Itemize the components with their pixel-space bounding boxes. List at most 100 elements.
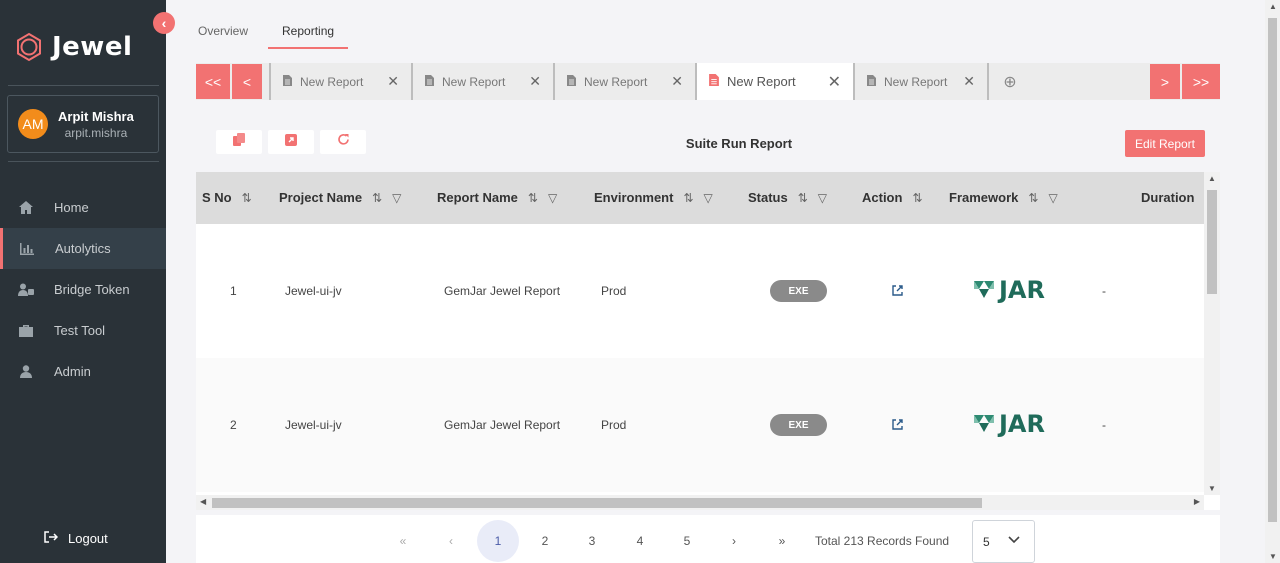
last-page-button[interactable]: » [761, 520, 803, 562]
sidebar-item-autolytics[interactable]: Autolytics [0, 228, 166, 269]
external-link-icon [892, 419, 903, 433]
chevron-left-icon: < [242, 73, 252, 90]
col-header-status[interactable]: Status ⇅ ▽ [748, 190, 827, 205]
sidebar-item-bridge-token[interactable]: Bridge Token [0, 269, 166, 310]
col-header-sno[interactable]: S No ⇅ [202, 190, 252, 205]
report-tab[interactable]: New Report ✕ [269, 63, 411, 100]
scroll-thumb[interactable] [1207, 190, 1217, 294]
page-button[interactable]: 5 [666, 520, 708, 562]
filter-icon[interactable]: ▽ [1048, 191, 1057, 205]
close-icon[interactable]: ✕ [387, 73, 399, 90]
cell-report: GemJar Jewel Report [444, 284, 561, 298]
first-page-button[interactable]: « [382, 520, 424, 562]
report-tab-bar: << < New Report ✕ New Report ✕ New Repor… [196, 63, 1220, 100]
user-card[interactable]: AM Arpit Mishra arpit.mishra [7, 95, 159, 153]
tab-reporting[interactable]: Reporting [268, 22, 349, 49]
sort-icon[interactable]: ⇅ [242, 191, 252, 205]
edit-report-button[interactable]: Edit Report [1124, 130, 1205, 157]
document-icon [709, 74, 719, 89]
scroll-right-icon[interactable]: ▶ [1194, 497, 1200, 506]
app-name: Jewel [52, 32, 133, 62]
col-header-report[interactable]: Report Name ⇅ ▽ [437, 190, 557, 205]
page-button[interactable]: 2 [524, 520, 566, 562]
close-icon[interactable]: ✕ [529, 73, 541, 90]
sidebar-item-label: Bridge Token [54, 282, 130, 297]
page-scrollbar[interactable]: ▲ ▼ [1265, 0, 1280, 563]
sort-icon[interactable]: ⇅ [1028, 191, 1038, 205]
prev-page-button[interactable]: ‹ [430, 520, 472, 562]
sort-icon[interactable]: ⇅ [528, 191, 538, 205]
close-icon[interactable]: ✕ [963, 73, 975, 90]
sidebar-collapse-button[interactable]: ‹ [153, 12, 175, 34]
user-key-icon [18, 282, 34, 298]
cell-sno: 2 [230, 418, 237, 432]
table-horizontal-scrollbar[interactable]: ◀ ▶ [196, 495, 1204, 510]
open-report-link[interactable] [892, 285, 903, 299]
scroll-down-icon[interactable]: ▼ [1269, 552, 1277, 561]
chevron-down-icon [1008, 533, 1020, 547]
jewel-logo-icon [17, 32, 41, 62]
framework-name: JAR [999, 276, 1045, 304]
filter-icon[interactable]: ▽ [392, 191, 401, 205]
double-chevron-left-icon: << [204, 73, 222, 90]
report-panel: Suite Run Report Edit Report S No ⇅ Proje… [196, 112, 1220, 563]
first-tab-button[interactable]: << [196, 64, 230, 99]
logout-button[interactable]: Logout [44, 531, 108, 546]
double-chevron-right-icon: >> [1192, 73, 1210, 90]
document-icon [425, 74, 434, 89]
last-tab-button[interactable]: >> [1182, 64, 1220, 99]
status-badge: EXE [770, 280, 827, 302]
page-button[interactable]: 4 [619, 520, 661, 562]
sidebar: Jewel AM Arpit Mishra arpit.mishra Home … [0, 0, 166, 563]
page-button[interactable]: 1 [477, 520, 519, 562]
scroll-up-icon[interactable]: ▲ [1269, 2, 1277, 11]
report-tab[interactable]: New Report ✕ [411, 63, 553, 100]
sort-icon[interactable]: ⇅ [372, 191, 382, 205]
prev-tab-button[interactable]: < [232, 64, 262, 99]
report-tab[interactable]: New Report ✕ [853, 63, 987, 100]
filter-icon[interactable]: ▽ [704, 191, 713, 205]
scroll-thumb[interactable] [212, 498, 982, 508]
next-page-button[interactable]: › [713, 520, 755, 562]
sidebar-item-admin[interactable]: Admin [0, 351, 166, 392]
next-tab-button[interactable]: > [1150, 64, 1180, 99]
sidebar-item-home[interactable]: Home [0, 187, 166, 228]
col-header-duration[interactable]: Duration [1141, 190, 1194, 205]
app-logo[interactable]: Jewel [14, 32, 132, 62]
toolbox-icon [18, 323, 34, 339]
report-tab-label: New Report [442, 74, 506, 89]
col-header-framework[interactable]: Framework ⇅ ▽ [949, 190, 1058, 205]
report-tab-active[interactable]: New Report ✕ [695, 63, 853, 100]
cell-environment: Prod [601, 284, 627, 298]
tab-overview[interactable]: Overview [196, 22, 250, 49]
sort-icon[interactable]: ⇅ [683, 191, 693, 205]
scroll-up-icon[interactable]: ▲ [1208, 174, 1216, 183]
framework-logo: JAR [972, 410, 1045, 438]
report-tab-label: New Report [884, 74, 948, 89]
sort-icon[interactable]: ⇅ [912, 191, 922, 205]
filter-icon[interactable]: ▽ [818, 191, 827, 205]
user-icon [18, 364, 34, 380]
scroll-thumb[interactable] [1268, 18, 1277, 522]
user-name: Arpit Mishra [58, 108, 134, 124]
col-header-action[interactable]: Action ⇅ [862, 190, 923, 205]
chevron-right-icon: › [732, 534, 736, 548]
close-icon[interactable]: ✕ [828, 72, 841, 92]
cell-project: Jewel-ui-jv [285, 418, 342, 432]
close-icon[interactable]: ✕ [671, 73, 683, 90]
col-header-project[interactable]: Project Name ⇅ ▽ [279, 190, 401, 205]
scroll-left-icon[interactable]: ◀ [200, 497, 206, 506]
records-count: Total 213 Records Found [815, 534, 950, 548]
sidebar-item-test-tool[interactable]: Test Tool [0, 310, 166, 351]
page-button[interactable]: 3 [571, 520, 613, 562]
sort-icon[interactable]: ⇅ [798, 191, 808, 205]
col-header-environment[interactable]: Environment ⇅ ▽ [594, 190, 713, 205]
sidebar-item-label: Test Tool [54, 323, 106, 338]
open-report-link[interactable] [892, 419, 903, 433]
report-tab[interactable]: New Report ✕ [553, 63, 695, 100]
rows-per-page-select[interactable]: 5 [972, 520, 1035, 563]
scroll-down-icon[interactable]: ▼ [1208, 484, 1216, 493]
table-vertical-scrollbar[interactable]: ▲ ▼ [1204, 172, 1220, 495]
filter-icon[interactable]: ▽ [548, 191, 557, 205]
add-tab-button[interactable]: ⊕ [987, 63, 1031, 100]
